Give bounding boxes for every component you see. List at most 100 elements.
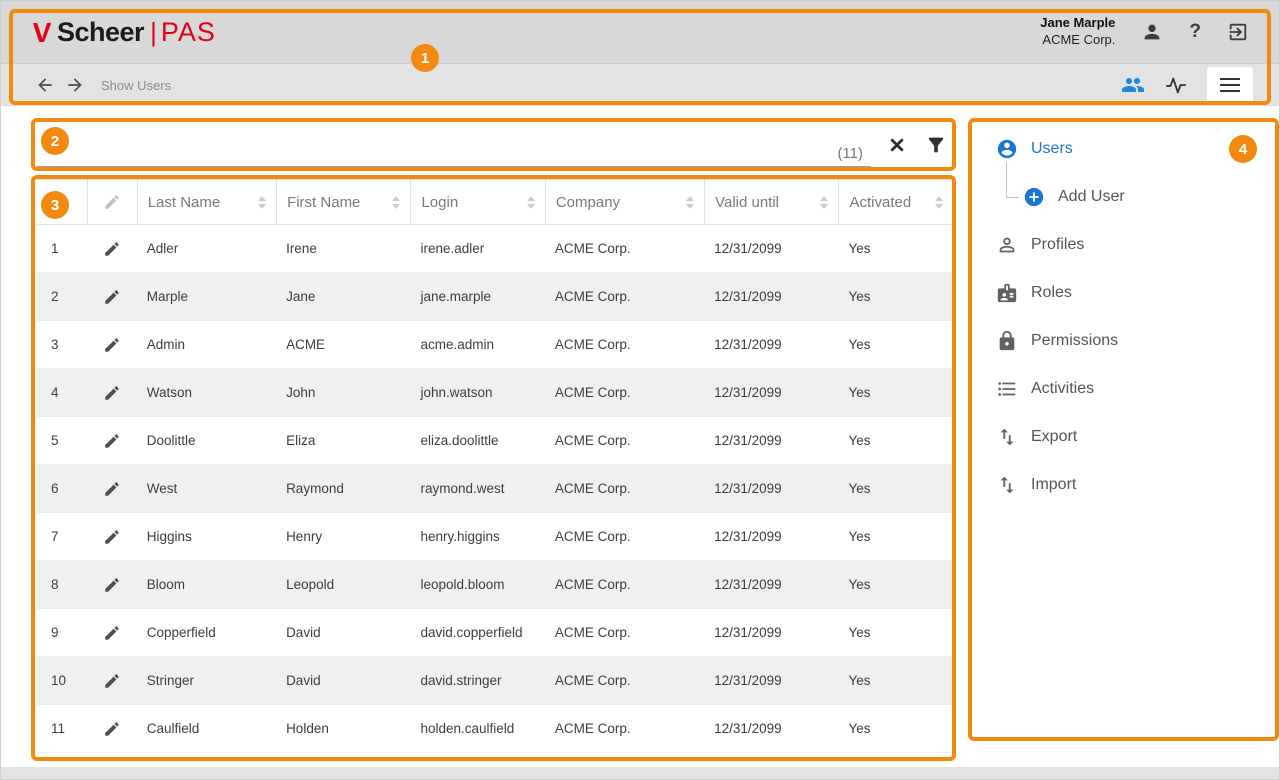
cell-activated: Yes [839,417,954,464]
sidebar-item-label: Users [1031,140,1073,158]
row-number: 1 [37,225,87,272]
cell-activated: Yes [839,465,954,512]
cell-login: david.copperfield [410,609,544,656]
cell-last-name: Stringer [137,657,276,704]
sidebar-item-profiles[interactable]: Profiles [986,221,1266,269]
cell-valid-until: 12/31/2099 [704,417,838,464]
row-number: 10 [37,657,87,704]
table-row: 8 Bloom Leopold leopold.bloom ACME Corp.… [37,561,953,609]
table-row: 5 Doolittle Eliza eliza.doolittle ACME C… [37,417,953,465]
cell-last-name: West [137,465,276,512]
cell-login: acme.admin [410,321,544,368]
cell-login: john.watson [410,369,544,416]
cell-first-name: Leopold [276,561,410,608]
cell-valid-until: 12/31/2099 [704,321,838,368]
column-header[interactable]: Company [545,180,704,224]
current-user-name: Jane Marple [1040,15,1115,32]
edit-icon [103,336,121,354]
row-number: 4 [37,369,87,416]
logout-icon[interactable] [1227,21,1249,43]
edit-user-button[interactable] [87,705,137,752]
edit-user-button[interactable] [87,465,137,512]
table-row: 4 Watson John john.watson ACME Corp. 12/… [37,369,953,417]
filter-funnel-icon[interactable] [925,134,947,156]
row-number: 8 [37,561,87,608]
filter-input[interactable]: (11) [37,123,871,167]
cell-company: ACME Corp. [545,465,704,512]
column-header[interactable]: Activated [838,180,953,224]
column-header[interactable]: Last Name [137,180,276,224]
column-header[interactable]: First Name [276,180,410,224]
cell-first-name: Holden [276,705,410,752]
sidebar-item-users[interactable]: Users [986,125,1266,173]
edit-icon [103,193,121,211]
sort-icon[interactable] [519,196,535,209]
edit-user-button[interactable] [87,417,137,464]
cell-company: ACME Corp. [545,225,704,272]
badge-icon [996,282,1018,304]
main-content: (11) Last Name First Name Login Company … [37,123,953,753]
page-title: Show Users [101,78,171,93]
activity-pulse-icon[interactable] [1165,74,1187,96]
sidebar-item-roles[interactable]: Roles [986,269,1266,317]
horizontal-scrollbar[interactable] [1,767,1279,780]
edit-icon [103,624,121,642]
cell-valid-until: 12/31/2099 [704,705,838,752]
edit-icon [103,480,121,498]
forward-icon[interactable] [65,75,85,95]
sidebar-item-activities[interactable]: Activities [986,365,1266,413]
result-count: (11) [837,145,863,162]
sort-icon[interactable] [927,196,943,209]
edit-user-button[interactable] [87,321,137,368]
header-row-number [37,180,87,224]
column-header[interactable]: Login [410,180,544,224]
cell-activated: Yes [839,705,954,752]
import-export-icon [996,426,1018,448]
edit-user-button[interactable] [87,369,137,416]
edit-user-button[interactable] [87,657,137,704]
users-group-icon[interactable] [1121,73,1145,97]
menu-hamburger-button[interactable] [1207,67,1253,103]
cell-activated: Yes [839,321,954,368]
cell-last-name: Admin [137,321,276,368]
edit-user-button[interactable] [87,225,137,272]
clear-filter-icon[interactable] [887,135,907,155]
sidebar-item-add-user[interactable]: Add User [986,173,1266,221]
cell-company: ACME Corp. [545,561,704,608]
table-row: 11 Caulfield Holden holden.caulfield ACM… [37,705,953,753]
sort-icon[interactable] [678,196,694,209]
cell-first-name: ACME [276,321,410,368]
header-right: Jane Marple ACME Corp. ? [1040,15,1249,49]
help-icon[interactable]: ? [1189,21,1201,43]
edit-icon [103,240,121,258]
sidebar-item-export[interactable]: Export [986,413,1266,461]
cell-first-name: Henry [276,513,410,560]
cell-activated: Yes [839,609,954,656]
app-header: Scheer | PAS Jane Marple ACME Corp. ? [1,1,1279,63]
cell-first-name: David [276,657,410,704]
cell-company: ACME Corp. [545,369,704,416]
sidebar-item-label: Activities [1031,380,1094,398]
column-header[interactable]: Valid until [704,180,838,224]
edit-icon [103,672,121,690]
filter-bar: (11) [37,123,953,167]
edit-user-button[interactable] [87,273,137,320]
back-icon[interactable] [35,75,55,95]
user-account-icon[interactable] [1141,21,1163,43]
row-number: 3 [37,321,87,368]
edit-user-button[interactable] [87,609,137,656]
column-header-label: Company [556,194,620,211]
sort-icon[interactable] [812,196,828,209]
sidebar-item-label: Roles [1031,284,1072,302]
sort-icon[interactable] [384,196,400,209]
row-number: 6 [37,465,87,512]
header-edit-column [87,180,137,224]
logo-brand-text: Scheer [57,17,144,48]
sidebar-item-import[interactable]: Import [986,461,1266,509]
edit-icon [103,432,121,450]
sidebar-item-label: Add User [1058,188,1125,206]
edit-user-button[interactable] [87,513,137,560]
sort-icon[interactable] [250,196,266,209]
edit-user-button[interactable] [87,561,137,608]
sidebar-item-permissions[interactable]: Permissions [986,317,1266,365]
